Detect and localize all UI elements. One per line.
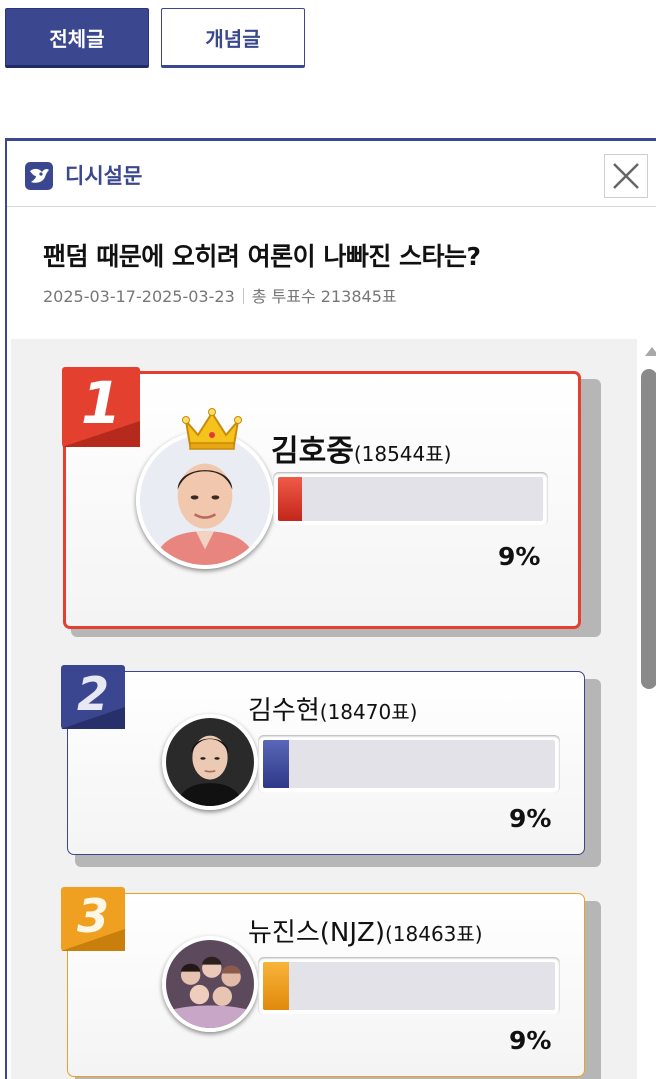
tab-all-posts[interactable]: 전체글 (5, 8, 149, 68)
candidate-votes-2: (18470표) (319, 700, 418, 724)
candidate-percent-3: 9% (509, 1026, 552, 1055)
candidate-percent-1: 9% (498, 542, 541, 571)
candidate-card-3[interactable]: 뉴진스(NJZ)(18463표) 9% (67, 893, 585, 1077)
tab-concept-posts[interactable]: 개념글 (161, 8, 305, 68)
avatar-rank3 (162, 936, 258, 1032)
candidate-votes-3: (18463표) (384, 922, 483, 946)
vote-bar-3 (258, 957, 560, 1015)
poll-panel: 디시설문 팬덤 때문에 오히려 여론이 나빠진 스타는? 2025-03-17-… (5, 138, 656, 1079)
close-icon (613, 163, 639, 189)
vote-bar-track (278, 477, 543, 521)
dc-logo-icon (25, 162, 53, 190)
vote-bar-track (263, 962, 555, 1010)
candidate-list[interactable]: 김호중(18544표) 9% 1 김수현(18470표) 9% 2 뉴진스(NJ… (11, 339, 637, 1079)
scrollbar-thumb[interactable] (641, 369, 656, 689)
candidate-name-3: 뉴진스(NJZ)(18463표) (248, 912, 483, 949)
poll-question: 팬덤 때문에 오히려 여론이 나빠진 스타는? (43, 242, 481, 271)
rank-number-2: 2 (76, 667, 109, 721)
poll-period: 2025-03-17-2025-03-23 (43, 287, 235, 306)
poll-brand: 디시설문 (65, 164, 143, 188)
vote-bar-fill-1 (278, 477, 302, 521)
candidate-name-text: 김수현 (248, 696, 320, 726)
rank-badge-1: 1 (62, 367, 140, 447)
candidate-name-text: 뉴진스(NJZ) (248, 918, 385, 948)
candidate-votes-1: (18544표) (353, 442, 452, 466)
vote-bar-fill-3 (263, 962, 290, 1010)
avatar-rank2 (162, 714, 258, 810)
meta-divider (242, 288, 244, 304)
candidate-card-2[interactable]: 김수현(18470표) 9% (67, 671, 585, 855)
rank-number-1: 1 (80, 369, 122, 437)
rank-badge-2: 2 (61, 665, 125, 729)
scroll-up-arrow-icon[interactable] (645, 347, 656, 356)
vote-bar-track (263, 740, 555, 788)
vote-bar-1 (273, 472, 548, 526)
candidate-name-1: 김호중(18544표) (271, 426, 451, 470)
crown-icon (182, 407, 242, 451)
candidate-name-2: 김수현(18470표) (248, 690, 417, 727)
vote-bar-2 (258, 735, 560, 793)
candidate-percent-2: 9% (509, 804, 552, 833)
avatar-rank1 (136, 431, 274, 569)
poll-total-votes: 총 투표수 213845표 (251, 287, 397, 306)
rank-number-3: 3 (76, 889, 109, 943)
rank-badge-3: 3 (61, 887, 125, 951)
close-button[interactable] (604, 154, 648, 198)
vote-bar-fill-2 (263, 740, 290, 788)
poll-header: 디시설문 (7, 141, 656, 207)
poll-meta: 2025-03-17-2025-03-23 총 투표수 213845표 (43, 283, 397, 307)
candidate-name-text: 김호중 (271, 434, 354, 469)
